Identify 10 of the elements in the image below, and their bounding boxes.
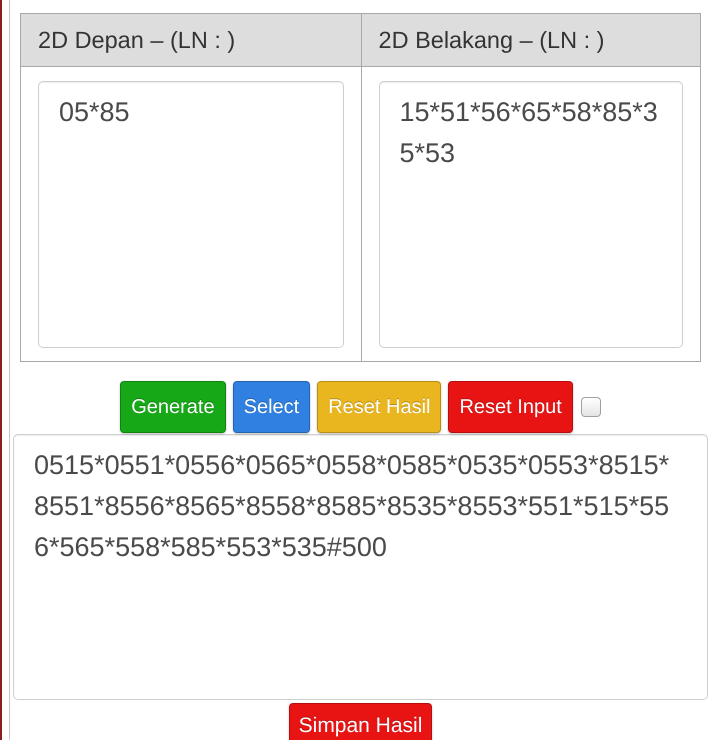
number-input-field[interactable]: 15*51*56*65*58*85*35*53 bbox=[378, 81, 683, 348]
checkbox[interactable] bbox=[580, 397, 601, 417]
action-button[interactable]: Generate bbox=[120, 381, 226, 433]
number-input-field[interactable]: 05*85 bbox=[38, 81, 344, 348]
column-heading: 2D Belakang – (LN : ) bbox=[378, 26, 604, 54]
action-button[interactable]: Reset Input bbox=[448, 381, 573, 433]
save-button[interactable]: Simpan Hasil bbox=[289, 703, 432, 740]
result-text-area[interactable]: 0515*0551*0556*0565*0558*0585*0535*0553*8515*8551*8556*8565*8558*8585*8535*8553*551*515*556*565*558*585*553*535#500 bbox=[13, 434, 708, 700]
action-button[interactable]: Select bbox=[232, 381, 310, 433]
column-heading: 2D Depan – (LN : ) bbox=[38, 26, 236, 54]
